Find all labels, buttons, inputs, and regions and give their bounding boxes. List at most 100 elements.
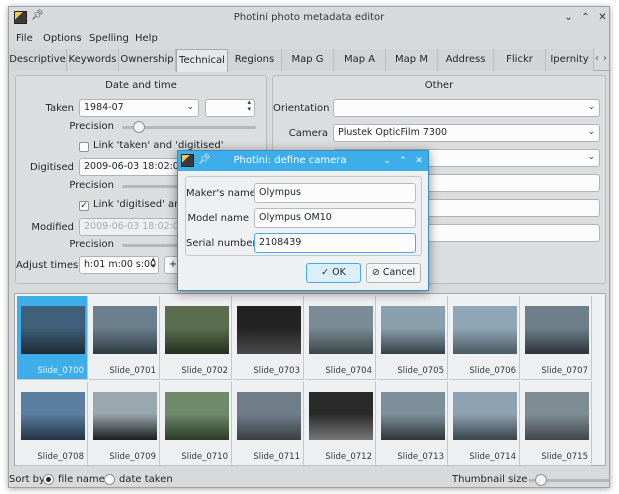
close-icon[interactable]: ✕: [595, 10, 609, 25]
thumbnail-image: [381, 306, 445, 354]
sort-by-label: Sort by: [9, 474, 45, 485]
serial-label: Serial number: [186, 238, 257, 249]
precision-slider-taken-handle[interactable]: [133, 121, 145, 133]
digitised-label: Digitised: [29, 162, 74, 173]
tab-map-g[interactable]: Map G: [282, 49, 334, 71]
date-time-title: Date and time: [105, 80, 177, 91]
thumbnail-item[interactable]: Slide_0702: [161, 296, 232, 380]
dialog-close-icon[interactable]: ✕: [413, 154, 425, 168]
tab-address[interactable]: Address: [438, 49, 494, 71]
tab-ipernity[interactable]: Ipernity: [546, 49, 594, 71]
thumbnail-item[interactable]: Slide_0715: [521, 382, 592, 466]
thumbnail-item[interactable]: Slide_0710: [161, 382, 232, 466]
thumbnail-caption: Slide_0714: [469, 452, 516, 462]
sort-file-name-label: file name: [58, 474, 105, 485]
camera-label: Camera: [288, 128, 328, 139]
sort-file-name-radio[interactable]: [43, 474, 54, 485]
tab-bar: Descriptive Keywords Ownership Technical…: [9, 49, 609, 72]
cancel-button[interactable]: ⊘ Cancel: [366, 263, 421, 283]
tab-map-a[interactable]: Map A: [334, 49, 386, 71]
orientation-label: Orientation: [273, 103, 330, 114]
thumbnail-image: [237, 306, 301, 354]
thumbnail-caption: Slide_0703: [253, 366, 300, 376]
taken-date-value: 1984-07: [84, 102, 124, 113]
thumbnail-item[interactable]: Slide_0704: [305, 296, 376, 380]
thumbnail-item[interactable]: Slide_0700: [17, 296, 88, 380]
minimize-icon[interactable]: ⌄: [561, 10, 576, 25]
link-digitised-checkbox[interactable]: ✓: [79, 201, 89, 211]
dialog-maximize-icon[interactable]: ⌃: [397, 154, 409, 168]
tab-ownership[interactable]: Ownership: [119, 49, 176, 71]
orientation-combo[interactable]: ⌄: [333, 99, 600, 117]
thumbnail-item[interactable]: Slide_0713: [377, 382, 448, 466]
menu-file[interactable]: File: [16, 33, 33, 44]
camera-value: Plustek OpticFilm 7300: [338, 127, 448, 138]
thumbnail-caption: Slide_0701: [109, 366, 156, 376]
thumbnail-image: [165, 392, 229, 440]
menu-help[interactable]: Help: [135, 33, 158, 44]
thumbnail-item[interactable]: Slide_0701: [89, 296, 160, 380]
thumbnail-image: [237, 392, 301, 440]
precision-label-digitised: Precision: [69, 180, 114, 191]
tab-technical[interactable]: Technical: [176, 49, 228, 72]
thumbnail-item[interactable]: Slide_0705: [377, 296, 448, 380]
spin-arrows-icon: ▴ ▾: [247, 99, 251, 113]
dialog-title: Photini: define camera: [233, 155, 347, 166]
serial-input[interactable]: 2108439: [254, 233, 416, 253]
model-input[interactable]: Olympus OM10: [254, 208, 416, 228]
thumbnail-caption: Slide_0705: [397, 366, 444, 376]
window-title: Photini photo metadata editor: [233, 12, 385, 23]
maximize-icon[interactable]: ⌃: [578, 10, 593, 25]
thumbnail-size-slider-handle[interactable]: [535, 474, 547, 486]
menu-options[interactable]: Options: [43, 33, 82, 44]
sort-date-taken-radio[interactable]: [104, 474, 115, 485]
thumbnail-grid: Slide_0700 Slide_0701 Slide_0702 Slide_0703…: [14, 293, 606, 466]
tab-descriptive[interactable]: Descriptive: [9, 49, 67, 71]
thumbnail-caption: Slide_0706: [469, 366, 516, 376]
thumbnail-caption: Slide_0713: [397, 452, 444, 462]
ok-button[interactable]: ✓ OK: [306, 263, 361, 283]
thumbnail-item[interactable]: Slide_0709: [89, 382, 160, 466]
thumbnail-item[interactable]: Slide_0707: [521, 296, 592, 380]
taken-time-spinbox[interactable]: ▴ ▾: [205, 99, 255, 117]
chevron-down-icon: ⌄: [587, 152, 595, 162]
thumbnail-caption: Slide_0700: [37, 366, 84, 376]
dialog-minimize-icon[interactable]: ⌄: [381, 154, 393, 168]
thumbnail-item[interactable]: Slide_0703: [233, 296, 304, 380]
spin-arrows-icon: ▴ ▾: [151, 256, 155, 270]
menu-spelling[interactable]: Spelling: [89, 33, 129, 44]
thumbnail-image: [21, 306, 85, 354]
thumbnail-caption: Slide_0704: [325, 366, 372, 376]
status-bar: Sort by file name date taken Thumbnail s…: [9, 469, 609, 487]
thumbnail-size-label: Thumbnail size: [452, 474, 528, 485]
thumbnail-item[interactable]: Slide_0708: [17, 382, 88, 466]
tab-keywords[interactable]: Keywords: [67, 49, 119, 71]
thumbnail-item[interactable]: Slide_0714: [449, 382, 520, 466]
adjust-times-label: Adjust times: [16, 260, 79, 271]
tab-scroll-left-icon[interactable]: ‹: [595, 53, 599, 64]
thumbnail-item[interactable]: Slide_0706: [449, 296, 520, 380]
thumbnail-image: [525, 306, 589, 354]
dialog-titlebar: 📌︎ Photini: define camera ⌄ ⌃ ✕: [178, 151, 428, 171]
check-icon: ✓: [321, 267, 330, 278]
thumbnail-item[interactable]: Slide_0712: [305, 382, 376, 466]
menubar: File Options Spelling Help: [9, 29, 609, 49]
adjust-times-value: h:01 m:00 s:00: [84, 259, 157, 270]
thumbnail-caption: Slide_0715: [541, 452, 588, 462]
tab-regions[interactable]: Regions: [228, 49, 282, 71]
taken-date-combo[interactable]: 1984-07 ⌄: [79, 99, 199, 117]
ok-button-label: OK: [332, 267, 346, 278]
thumbnail-image: [93, 392, 157, 440]
thumbnail-caption: Slide_0711: [253, 452, 300, 462]
chevron-down-icon: ⌄: [186, 102, 194, 112]
thumbnail-caption: Slide_0710: [181, 452, 228, 462]
adjust-times-spinbox[interactable]: h:01 m:00 s:00 ▴ ▾: [79, 256, 159, 274]
tab-flickr[interactable]: Flickr: [494, 49, 546, 71]
tab-map-m[interactable]: Map M: [386, 49, 438, 71]
tab-scroll-right-icon[interactable]: ›: [603, 53, 607, 64]
maker-input[interactable]: Olympus: [254, 183, 416, 203]
thumbnail-image: [453, 392, 517, 440]
camera-combo[interactable]: Plustek OpticFilm 7300 ⌄: [333, 124, 600, 142]
thumbnail-item[interactable]: Slide_0711: [233, 382, 304, 466]
link-taken-checkbox[interactable]: [79, 142, 89, 152]
